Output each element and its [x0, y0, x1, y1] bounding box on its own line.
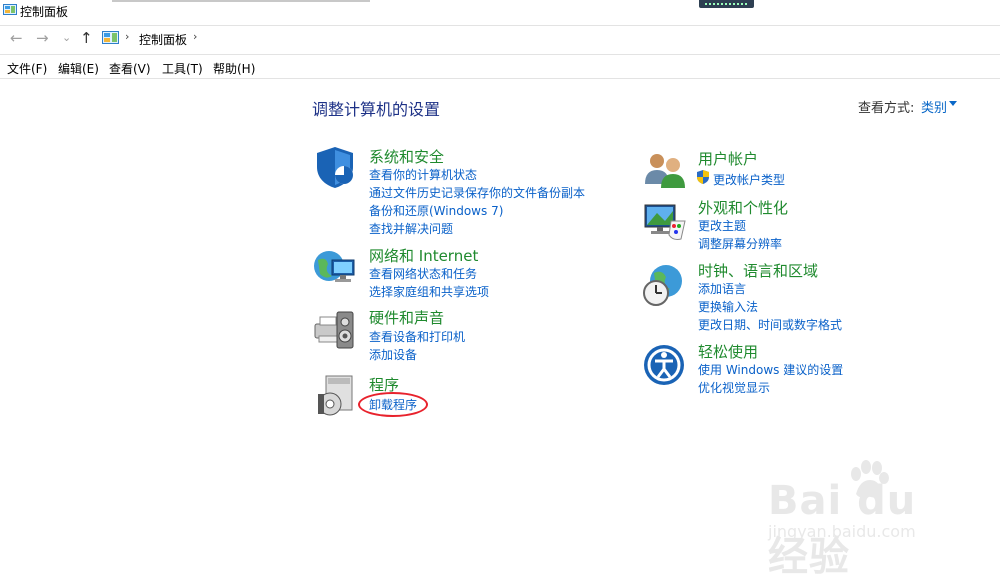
link-homegroup-sharing[interactable]: 选择家庭组和共享选项 [369, 283, 489, 300]
link-add-device[interactable]: 添加设备 [369, 346, 417, 363]
link-file-history-backup[interactable]: 通过文件历史记录保存你的文件备份副本 [369, 184, 585, 201]
window-shadow [112, 0, 370, 2]
baidu-watermark: Bai du 经验 jingyan.baidu.com [768, 460, 948, 580]
category-hardware-sound[interactable]: 硬件和声音 [369, 307, 444, 328]
link-devices-printers[interactable]: 查看设备和打印机 [369, 328, 465, 345]
globe-clock-icon[interactable] [642, 263, 686, 307]
window-title: 控制面板 [20, 5, 69, 19]
link-view-computer-status[interactable]: 查看你的计算机状态 [369, 166, 477, 183]
category-appearance-personalization[interactable]: 外观和个性化 [698, 197, 788, 218]
link-adjust-resolution[interactable]: 调整屏幕分辨率 [698, 235, 782, 252]
divider [0, 25, 1000, 26]
back-button[interactable]: ← [10, 29, 23, 47]
watermark-url: jingyan.baidu.com [768, 522, 916, 541]
view-by-dropdown[interactable]: 类别 [921, 97, 947, 116]
link-troubleshoot[interactable]: 查找并解决问题 [369, 220, 453, 237]
link-change-account-type[interactable]: 更改帐户类型 [713, 171, 785, 188]
menu-view[interactable]: 查看(V) [109, 60, 151, 77]
link-change-input-method[interactable]: 更换输入法 [698, 298, 758, 315]
chevron-right-icon[interactable]: › [193, 30, 197, 43]
chevron-right-icon[interactable]: › [125, 30, 129, 43]
link-change-theme[interactable]: 更改主题 [698, 217, 746, 234]
menu-help[interactable]: 帮助(H) [213, 60, 255, 77]
divider [0, 78, 1000, 79]
printer-speaker-icon[interactable] [313, 308, 357, 352]
category-ease-of-access[interactable]: 轻松使用 [698, 341, 758, 362]
shield-icon[interactable] [313, 145, 357, 189]
uac-shield-icon [697, 170, 709, 184]
divider [0, 54, 1000, 55]
breadcrumb-control-panel[interactable]: 控制面板 [139, 31, 187, 48]
view-by-label: 查看方式: [858, 101, 915, 116]
navigation-bar: ← → ⌄ ↑ › 控制面板 › [0, 28, 1000, 50]
category-clock-language-region[interactable]: 时钟、语言和区域 [698, 260, 818, 281]
category-system-security[interactable]: 系统和安全 [369, 146, 444, 167]
link-add-language[interactable]: 添加语言 [698, 280, 746, 297]
users-icon[interactable] [643, 148, 687, 192]
category-network-internet[interactable]: 网络和 Internet [369, 245, 478, 266]
up-button[interactable]: ↑ [80, 29, 93, 47]
dropdown-arrow-icon[interactable] [949, 101, 957, 106]
title-bar: 控制面板 [0, 0, 1000, 24]
highlight-annotation [358, 392, 428, 417]
recent-locations-dropdown[interactable]: ⌄ [62, 29, 71, 47]
page-title: 调整计算机的设置 [312, 100, 441, 119]
link-network-status[interactable]: 查看网络状态和任务 [369, 265, 477, 282]
menu-tools[interactable]: 工具(T) [162, 60, 203, 77]
ease-of-access-icon[interactable] [642, 343, 686, 387]
control-panel-icon [102, 31, 119, 44]
link-change-date-time-format[interactable]: 更改日期、时间或数字格式 [698, 316, 842, 333]
taskbar-thumbnail[interactable] [699, 0, 754, 8]
menu-bar: 文件(F) 编辑(E) 查看(V) 工具(T) 帮助(H) [0, 58, 1000, 78]
network-globe-icon[interactable] [312, 246, 356, 290]
link-backup-restore[interactable]: 备份和还原(Windows 7) [369, 202, 503, 219]
programs-disc-icon[interactable] [316, 374, 360, 418]
link-windows-recommended-settings[interactable]: 使用 Windows 建议的设置 [698, 361, 843, 378]
category-user-accounts[interactable]: 用户帐户 [698, 148, 758, 169]
menu-edit[interactable]: 编辑(E) [58, 60, 99, 77]
control-panel-icon [3, 4, 17, 15]
forward-button[interactable]: → [36, 29, 49, 47]
menu-file[interactable]: 文件(F) [7, 60, 47, 77]
link-optimize-visual-display[interactable]: 优化视觉显示 [698, 379, 770, 396]
monitor-palette-icon[interactable] [643, 199, 687, 243]
